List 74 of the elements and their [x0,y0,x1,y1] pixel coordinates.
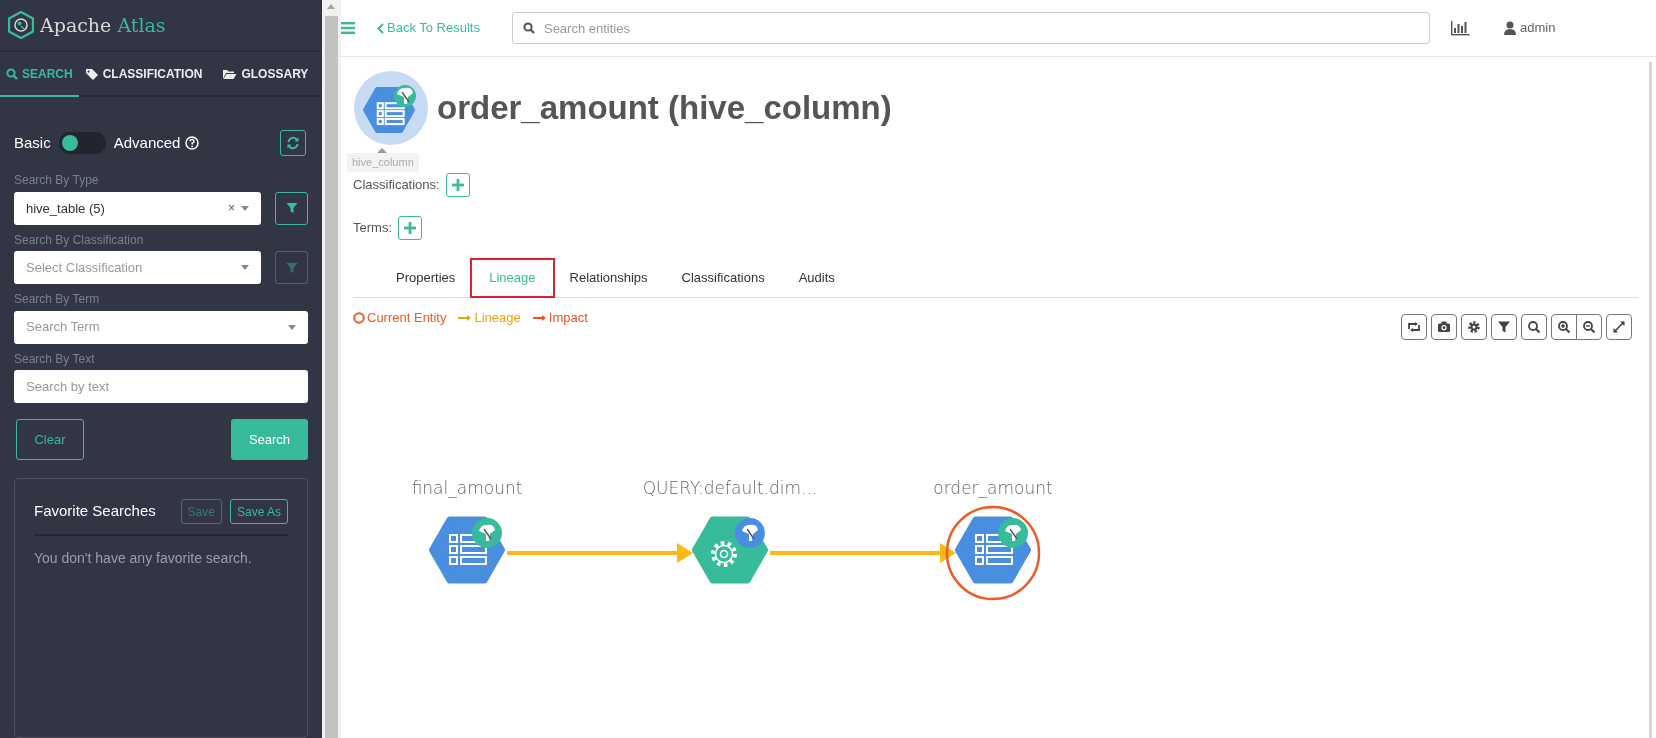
arrow-icon [532,313,547,322]
table-node[interactable] [429,516,505,584]
search-button[interactable] [1521,314,1547,340]
clear-mark[interactable]: × [228,199,235,218]
field-label: Search By Term [14,292,101,307]
circle-icon [353,311,365,324]
entity-title: order_amount (hive_column) [437,88,892,128]
filter-button[interactable] [1491,314,1517,340]
field-label: Search By Type [14,173,100,188]
refresh-button[interactable] [280,130,306,157]
legend-item: Lineage [458,308,521,328]
logo-icon [8,11,34,40]
sidebar-tab[interactable]: CLASSIFICATION [78,52,209,96]
logo-text: Apache Atlas [40,12,166,38]
zoom-in-icon [1557,320,1571,334]
select-field[interactable]: hive_table (5) × [14,191,261,225]
search-icon [6,67,18,80]
attribute-label: Classifications: [353,176,440,195]
filter-icon [285,202,298,215]
sidebar-tab[interactable]: SEARCH [0,52,79,98]
sidebar-tab[interactable]: GLOSSARY [216,52,315,96]
tooltip: hive_column [347,153,419,172]
arrow-icon [458,313,473,322]
scrollbar[interactable] [322,0,341,738]
user-icon[interactable] [1503,21,1516,35]
plus-icon [451,179,464,191]
field-label: Search By Classification [14,232,145,248]
plus-icon [404,222,416,234]
gear-icon [1467,320,1481,334]
chart-icon[interactable] [1449,20,1470,36]
search-icon [522,22,535,34]
node-label: QUERY:default.dim... [642,478,818,498]
caret-icon [288,324,296,330]
filter-icon [285,261,298,274]
save-button[interactable]: Save As [229,499,288,524]
caret-icon [241,265,249,271]
fullscreen-button[interactable] [1606,314,1632,340]
attribute-label: Terms: [353,219,392,238]
entity-icon [353,70,429,146]
scrollbar[interactable] [1649,62,1652,738]
camera-icon [1437,320,1451,334]
empty-message: You don't have any favorite search. [34,549,253,568]
search-field[interactable]: Search entities [511,12,1430,44]
expand-icon [1612,320,1626,334]
folder-icon [222,67,238,80]
filter-button[interactable] [275,191,308,225]
filter-icon [1497,320,1511,334]
help-icon[interactable] [185,136,200,151]
field-label: Search By Text [14,351,96,366]
node-label: order_amount [933,478,1053,498]
mode-toggle[interactable] [58,132,106,155]
refresh-icon [1407,320,1421,334]
refresh-icon [286,136,300,151]
legend-item: Current Entity [353,308,447,328]
zoom-out-icon [1582,320,1596,334]
chevron-left-icon [377,22,384,34]
node-label: final_amount [411,478,523,498]
refresh-button[interactable] [1401,314,1427,340]
tag-icon [84,67,99,80]
legend-item: Impact [532,308,588,328]
search-icon [1527,320,1541,334]
camera-button[interactable] [1431,314,1457,340]
mode-label: Basic [14,133,51,154]
zoom-out-button[interactable] [1576,314,1602,340]
caret-icon [241,205,249,211]
zoom-in-button[interactable] [1551,314,1577,340]
settings-button[interactable] [1461,314,1487,340]
mode-label: Advanced [113,133,181,154]
user-name[interactable]: admin [1519,18,1556,38]
table-node[interactable] [955,516,1031,584]
clear-button[interactable]: Clear [16,419,84,460]
text-field[interactable]: Search by text [14,370,308,403]
panel-title: Favorite Searches [34,501,156,522]
gear-node[interactable] [692,516,768,584]
